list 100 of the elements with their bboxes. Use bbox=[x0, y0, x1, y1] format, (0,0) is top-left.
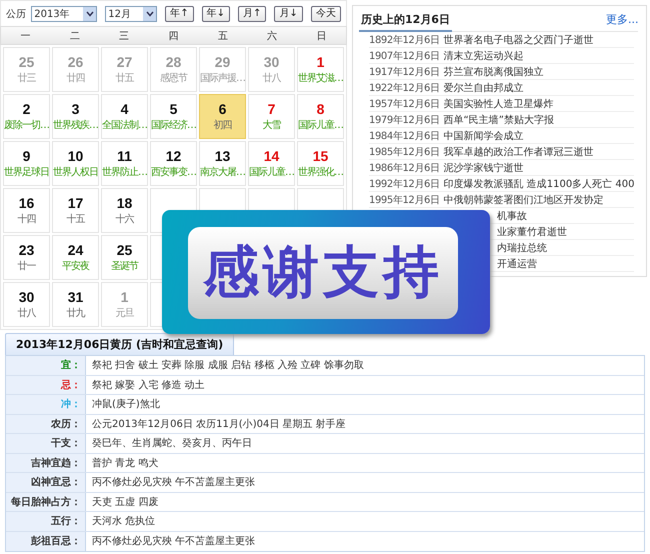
day-number: 7 bbox=[268, 102, 276, 116]
event-link[interactable]: 芬兰宣布脱离俄国独立 bbox=[444, 64, 544, 78]
day-note: 国际经济… bbox=[151, 120, 196, 131]
event-link[interactable]: 美国实验性人造卫星爆炸 bbox=[444, 96, 554, 110]
day-number: 16 bbox=[18, 196, 34, 210]
day-number: 13 bbox=[214, 149, 230, 163]
event-link[interactable]: 业家董竹君逝世 bbox=[497, 224, 567, 238]
event-link[interactable]: 泥沙学家钱宁逝世 bbox=[444, 160, 524, 174]
day-number: 1 bbox=[120, 290, 128, 304]
day-note: 西安事变… bbox=[151, 167, 196, 178]
event-link[interactable]: 世界著名电子电器之父西门子逝世 bbox=[444, 32, 594, 46]
day-cell[interactable]: 31 廿九 bbox=[52, 282, 99, 327]
event-link[interactable]: 爱尔兰自由邦成立 bbox=[444, 80, 524, 94]
day-number: 2 bbox=[22, 102, 30, 116]
day-number: 31 bbox=[68, 290, 84, 304]
day-number: 29 bbox=[214, 55, 230, 69]
day-cell[interactable]: 15 世界强化… bbox=[297, 141, 344, 186]
day-note: 国际儿童… bbox=[298, 120, 343, 131]
almanac-value: 天河水 危执位 bbox=[91, 514, 156, 530]
day-cell[interactable]: 16 十四 bbox=[3, 188, 50, 233]
day-cell[interactable]: 11 世界防止… bbox=[101, 141, 148, 186]
day-note: 十五 bbox=[66, 214, 84, 225]
event-date: 1979年12月6日 bbox=[369, 114, 440, 126]
day-number: 14 bbox=[264, 149, 280, 163]
weekday-label: 日 bbox=[315, 30, 328, 42]
day-cell[interactable]: 4 全国法制… bbox=[101, 94, 148, 139]
day-number: 18 bbox=[116, 196, 132, 210]
almanac-value: 癸巳年、生肖属蛇、癸亥月、丙午日 bbox=[91, 436, 252, 452]
day-note: 十四 bbox=[18, 214, 36, 225]
day-cell[interactable]: 23 廿一 bbox=[3, 235, 50, 280]
day-number: 30 bbox=[18, 290, 34, 304]
day-cell[interactable]: 8 国际儿童… bbox=[297, 94, 344, 139]
event-date: 1892年12月6日 bbox=[369, 34, 440, 46]
day-cell[interactable]: 6 初四 bbox=[199, 94, 246, 139]
day-note: 廿一 bbox=[18, 261, 36, 272]
almanac-value: 丙不修灶必见灾殃 午不苫盖屋主更张 bbox=[91, 476, 256, 490]
event-date: 1917年12月6日 bbox=[369, 66, 440, 78]
day-number: 26 bbox=[68, 55, 84, 69]
day-cell[interactable]: 1 世界艾滋… bbox=[297, 47, 344, 92]
almanac-tab[interactable]: 2013年12月06日黄历 (吉时和宜忌查询) bbox=[5, 333, 234, 355]
event-link[interactable]: 西单“民主墙”禁贴大字报 bbox=[444, 112, 554, 126]
event-link[interactable]: 中国新闻学会成立 bbox=[444, 128, 524, 142]
day-note: 废除一切… bbox=[4, 120, 49, 131]
day-cell[interactable]: 12 西安事变… bbox=[150, 141, 197, 186]
almanac-value: 公元2013年12月06日 农历11月(小)04日 星期五 射手座 bbox=[91, 418, 346, 432]
event-link[interactable]: 我军卓越的政治工作者谭冠三逝世 bbox=[444, 144, 594, 158]
day-number: 30 bbox=[264, 55, 280, 69]
day-number: 10 bbox=[68, 149, 84, 163]
day-cell[interactable]: 18 十六 bbox=[101, 188, 148, 233]
weekday-label: 一 bbox=[20, 30, 32, 42]
nav-button[interactable]: 月↓ bbox=[274, 6, 303, 22]
weekday-label: 三 bbox=[118, 30, 130, 42]
event-link[interactable]: 印度爆发教派骚乱 造成1100多人死亡 400 bbox=[444, 176, 634, 190]
day-cell[interactable]: 3 世界残疾… bbox=[52, 94, 99, 139]
day-number: 28 bbox=[166, 55, 182, 69]
nav-button[interactable]: 年↑ bbox=[165, 6, 194, 22]
month-select[interactable]: 12月 bbox=[105, 6, 158, 22]
day-note: 感恩节 bbox=[160, 73, 187, 84]
day-number: 4 bbox=[120, 102, 128, 116]
day-note: 廿八 bbox=[262, 73, 280, 84]
day-cell[interactable]: 10 世界人权日 bbox=[52, 141, 99, 186]
day-note: 国际儿童… bbox=[249, 167, 294, 178]
more-link[interactable]: 更多... bbox=[606, 12, 638, 31]
day-cell[interactable]: 2 废除一切… bbox=[3, 94, 50, 139]
weekday-label: 五 bbox=[216, 30, 229, 42]
day-cell[interactable]: 30 廿八 bbox=[3, 282, 50, 327]
day-cell[interactable]: 9 世界足球日 bbox=[3, 141, 50, 186]
almanac-value: 天吏 五虚 四废 bbox=[91, 496, 158, 510]
almanac-label: 彭祖百忌： bbox=[6, 532, 86, 551]
day-cell[interactable]: 25 圣诞节 bbox=[101, 235, 148, 280]
day-number: 1 bbox=[316, 55, 324, 69]
almanac-label: 每日胎神占方： bbox=[6, 492, 86, 511]
day-note: 圣诞节 bbox=[111, 261, 138, 272]
weekday-label: 二 bbox=[68, 30, 81, 42]
nav-button[interactable]: 今天 bbox=[310, 6, 341, 22]
event-link[interactable]: 内瑞拉总统 bbox=[497, 240, 547, 254]
day-cell[interactable]: 24 平安夜 bbox=[52, 235, 99, 280]
nav-button[interactable]: 年↓ bbox=[202, 6, 230, 22]
day-note: 平安夜 bbox=[62, 261, 89, 272]
day-note: 世界艾滋… bbox=[298, 73, 343, 84]
event-link[interactable]: 清末立宪运动兴起 bbox=[444, 48, 524, 62]
nav-button[interactable]: 月↑ bbox=[238, 6, 266, 22]
almanac-label: 宜： bbox=[6, 356, 86, 374]
day-note: 元旦 bbox=[116, 308, 134, 319]
event-link[interactable]: 中俄朝韩蒙签署图们江地区开发协定 bbox=[444, 192, 604, 206]
day-number: 11 bbox=[117, 149, 132, 163]
event-link[interactable]: 开通运营 bbox=[497, 256, 537, 270]
day-cell[interactable]: 17 十五 bbox=[52, 188, 99, 233]
day-note: 廿四 bbox=[66, 73, 84, 84]
day-note: 廿五 bbox=[116, 73, 134, 84]
day-cell[interactable]: 13 南京大屠… bbox=[199, 141, 246, 186]
day-note: 初四 bbox=[214, 120, 232, 131]
day-cell[interactable]: 14 国际儿童… bbox=[248, 141, 295, 186]
almanac-label: 吉神宜趋： bbox=[6, 454, 86, 472]
day-number: 6 bbox=[218, 102, 226, 116]
event-link[interactable]: 机事故 bbox=[497, 208, 527, 222]
event-date: 1957年12月6日 bbox=[369, 98, 440, 110]
year-select[interactable]: 2013年 bbox=[31, 6, 98, 22]
day-cell[interactable]: 7 大雪 bbox=[248, 94, 295, 139]
day-cell[interactable]: 5 国际经济… bbox=[150, 94, 197, 139]
